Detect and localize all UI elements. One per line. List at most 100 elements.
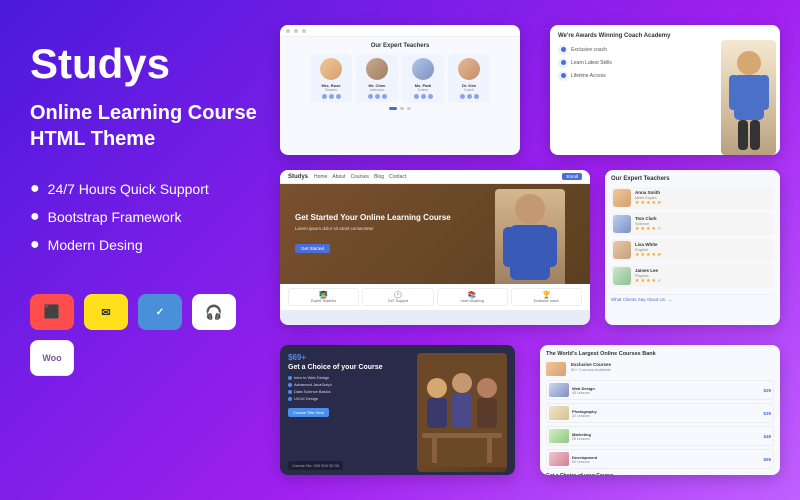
star: ★ xyxy=(651,252,655,258)
course-info-4: Development 60 Lessons xyxy=(572,455,760,464)
social-dot xyxy=(421,94,426,99)
mailchimp-badge[interactable]: ✉ xyxy=(84,294,128,330)
teacher-card-1: Mrs. Rose Teacher xyxy=(310,54,352,103)
elementor-icon: ⬛ xyxy=(44,304,60,320)
stat-teachers-label: Expert Teachers xyxy=(311,299,336,303)
course-feature-1: Intro to Web Design xyxy=(288,375,409,380)
teachers-right-title: Our Expert Teachers xyxy=(611,176,774,182)
course-choice-content: $69+ Get a Choice of your Course Intro t… xyxy=(280,345,515,475)
course-meta-3: 28 Lessons xyxy=(572,437,760,441)
awards-right xyxy=(712,33,772,147)
course-thumb-2 xyxy=(549,406,569,420)
star-empty: ★ xyxy=(657,278,661,284)
teacher-avatar-3 xyxy=(412,58,434,80)
trx-badge[interactable]: ✓ xyxy=(138,294,182,330)
teacher-socials-4 xyxy=(460,94,479,99)
award-feature-icon xyxy=(558,45,568,55)
teacher-list-info-2: Tom Clark Science ★★★★★ xyxy=(635,216,772,232)
coach-icon: 🏆 xyxy=(542,291,551,299)
star: ★ xyxy=(646,200,650,206)
course-feature-3: Data Science Basics xyxy=(288,389,409,394)
person-image xyxy=(721,40,776,155)
teacher-role-3: Trainer xyxy=(418,88,429,92)
teacher-socials-2 xyxy=(368,94,387,99)
feature-dot xyxy=(288,376,292,380)
teacher-list-info-3: Lisa White English ★★★★★ xyxy=(635,242,772,258)
screenshot-hero: Studys Home About Courses Blog Contact E… xyxy=(280,170,590,325)
teacher-list-info-1: Anna Smith Math Expert ★★★★★ xyxy=(635,190,772,206)
star: ★ xyxy=(635,226,639,232)
nav-cta-button[interactable]: Enroll xyxy=(562,173,582,180)
headphone-badge[interactable]: 🎧 xyxy=(192,294,236,330)
social-dot xyxy=(375,94,380,99)
stat-support-label: 24/7 Support xyxy=(388,299,408,303)
headphone-icon: 🎧 xyxy=(205,304,222,321)
teachers-content: Our Expert Teachers Mrs. Rose Teacher Mr… xyxy=(280,37,520,116)
course-feature-2: Advanced JavaScript xyxy=(288,382,409,387)
woocommerce-badge[interactable]: Woo xyxy=(30,340,74,376)
teachers-right-content: Our Expert Teachers Anna Smith Math Expe… xyxy=(605,170,780,308)
courses-list-title: The World's Largest Online Courses Bank xyxy=(546,351,774,358)
course-image xyxy=(417,353,507,472)
course-price-2: $39 xyxy=(763,411,771,416)
teacher-list-item-2: Tom Clark Science ★★★★★ xyxy=(611,213,774,235)
star: ★ xyxy=(657,252,661,258)
feature-dot xyxy=(288,397,292,401)
star: ★ xyxy=(646,226,650,232)
course-info-3: Marketing 28 Lessons xyxy=(572,432,760,441)
course-enroll-button[interactable]: Course Title Here xyxy=(288,408,329,417)
course-meta-2: 32 Lessons xyxy=(572,414,760,418)
award-feature-1: Exclusive coach xyxy=(558,45,704,55)
course-item-1: Web Design 45 Lessons $29 xyxy=(546,380,774,400)
screenshot-course-choice: $69+ Get a Choice of your Course Intro t… xyxy=(280,345,515,475)
social-dot xyxy=(382,94,387,99)
star: ★ xyxy=(635,252,639,258)
hero-cta-button[interactable]: Get Started xyxy=(295,244,330,253)
social-dot xyxy=(414,94,419,99)
elementor-badge[interactable]: ⬛ xyxy=(30,294,74,330)
bullet-icon: ● xyxy=(30,180,40,198)
star: ★ xyxy=(651,278,655,284)
teachers-title: Our Expert Teachers xyxy=(286,43,514,49)
nav-link-blog: Blog xyxy=(374,174,384,180)
course-price-1: $29 xyxy=(763,388,771,393)
teacher-card-4: Dr. Kim Coach xyxy=(448,54,490,103)
teachers-right-cards: Anna Smith Math Expert ★★★★★ Tom Clark S… xyxy=(611,187,774,302)
award-feature-text-2: Learn Latest Skills xyxy=(571,60,612,66)
star: ★ xyxy=(646,278,650,284)
award-feature-text-1: Exclusive coach xyxy=(571,47,607,53)
pagination-dot-active xyxy=(389,107,397,110)
screenshot-teachers: Our Expert Teachers Mrs. Rose Teacher Mr… xyxy=(280,25,520,155)
mock-nav-bar xyxy=(280,25,520,37)
social-dot xyxy=(460,94,465,99)
course-choice-title: Get a Choice of your Course xyxy=(288,364,409,372)
feature-text-2: Advanced JavaScript xyxy=(294,382,332,387)
nav-links: Home About Courses Blog Contact xyxy=(314,174,556,180)
course-info-2: Photography 32 Lessons xyxy=(572,409,760,418)
teacher-list-rating-2: ★★★★★ xyxy=(635,226,772,232)
star: ★ xyxy=(640,278,644,284)
hero-content: Studys Home About Courses Blog Contact E… xyxy=(280,170,590,325)
star: ★ xyxy=(635,200,639,206)
award-feature-icon xyxy=(558,71,568,81)
plugin-icons-row: ⬛ ✉ ✓ 🎧 Woo xyxy=(30,294,260,376)
feature-text-1: Intro to Web Design xyxy=(294,375,329,380)
feature-text-3: Data Science Basics xyxy=(294,389,331,394)
left-panel: Studys Online Learning Course HTML Theme… xyxy=(30,40,260,376)
star: ★ xyxy=(657,200,661,206)
award-feature-dot xyxy=(561,47,566,52)
feature-item-1: ● 24/7 Hours Quick Support xyxy=(30,180,260,198)
star: ★ xyxy=(646,252,650,258)
mailchimp-icon: ✉ xyxy=(101,306,110,319)
teacher-list-avatar-2 xyxy=(613,215,631,233)
what-they-say-link[interactable]: What Clients Say About Us → xyxy=(611,294,774,302)
nav-link-home: Home xyxy=(314,174,327,180)
stat-learn-label: Learn Anything xyxy=(460,299,483,303)
course-item-3: Marketing 28 Lessons $49 xyxy=(546,426,774,446)
contact-info: Course No: 000 000 00 00 xyxy=(288,461,343,470)
features-list: ● 24/7 Hours Quick Support ● Bootstrap F… xyxy=(30,180,260,254)
nav-logo: Studys xyxy=(288,174,308,180)
nav-dot xyxy=(294,29,298,33)
screenshots-area: Our Expert Teachers Mrs. Rose Teacher Mr… xyxy=(280,15,780,485)
teacher-card-2: Mr. Chen Instructor xyxy=(356,54,398,103)
